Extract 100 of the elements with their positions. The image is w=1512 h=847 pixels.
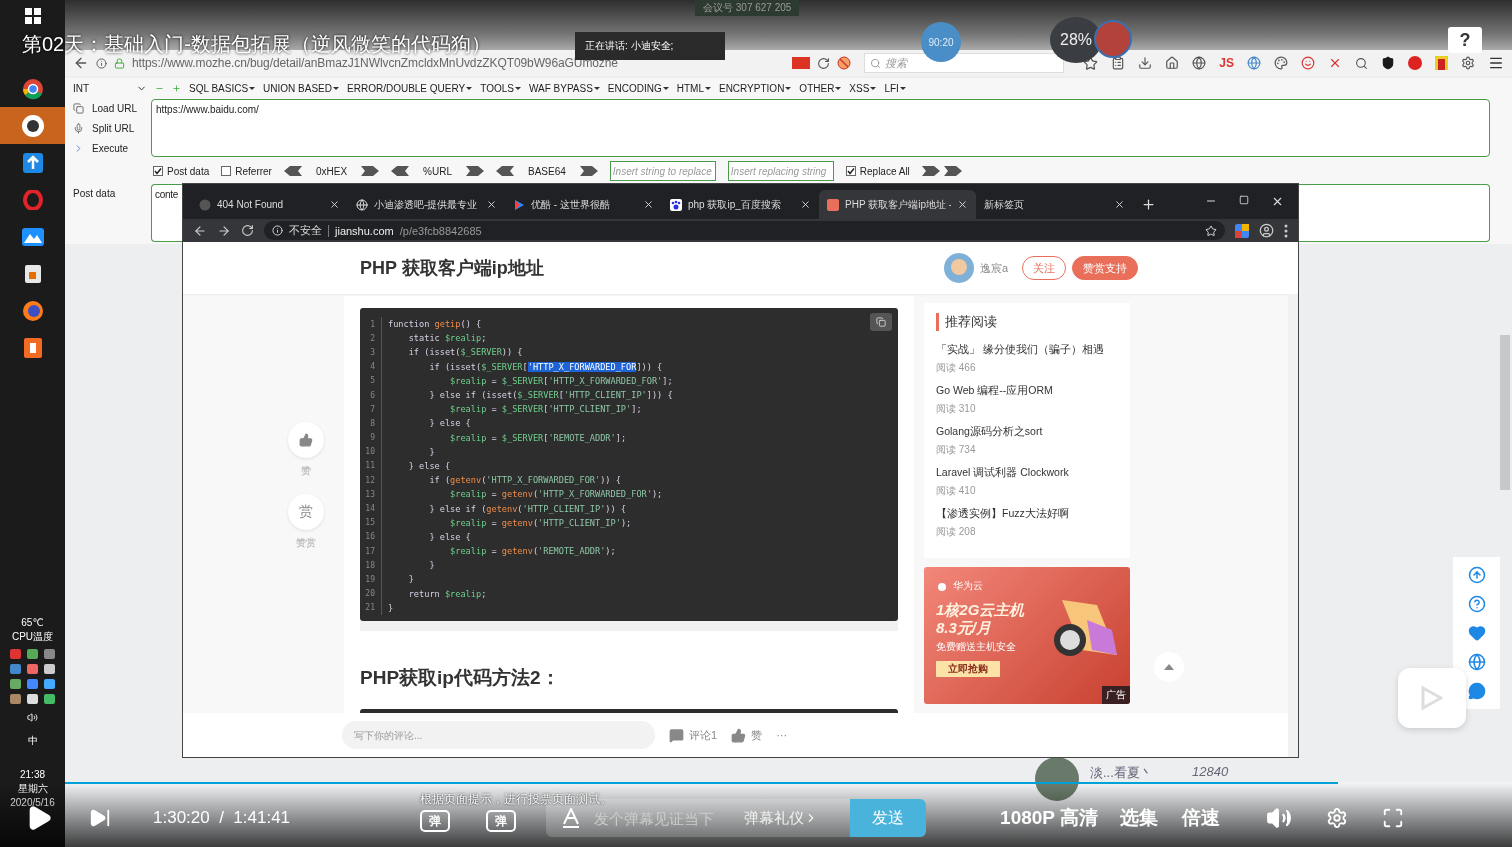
js-extension-button[interactable]: JS — [1219, 56, 1234, 70]
bracket-icon[interactable] — [1435, 56, 1448, 70]
info-icon[interactable] — [96, 57, 107, 69]
hackbar-action[interactable]: Execute — [73, 142, 145, 154]
palette-icon[interactable] — [1274, 56, 1288, 70]
settings-icon[interactable] — [1461, 56, 1475, 70]
tray-icon[interactable] — [43, 694, 55, 704]
flag-icon[interactable] — [792, 57, 811, 69]
speaker-icon[interactable] — [27, 712, 38, 723]
mountain-app-icon[interactable] — [21, 227, 44, 246]
scrollbar-thumb[interactable] — [1500, 335, 1510, 490]
encode-arrow-button[interactable] — [361, 166, 380, 176]
heart-icon[interactable] — [1467, 624, 1486, 642]
comment-field[interactable]: 写下你的评论... — [342, 721, 655, 749]
browser-tab[interactable]: PHP 获取客户端ip地址 - — [819, 190, 976, 219]
cup-app-icon[interactable] — [23, 263, 42, 284]
back-icon[interactable] — [73, 55, 89, 71]
browser-tab[interactable]: 小迪渗透吧-提供最专业 — [348, 190, 505, 219]
help-button[interactable]: ? — [1448, 27, 1482, 53]
close-icon[interactable] — [957, 199, 968, 210]
shield-icon[interactable] — [1381, 56, 1395, 70]
injection-type-select[interactable]: INT — [73, 82, 147, 94]
encode-arrow-button[interactable] — [943, 166, 962, 176]
reload-icon[interactable] — [817, 56, 831, 70]
download-icon[interactable] — [1138, 56, 1153, 70]
post-data-textarea[interactable]: conte — [151, 184, 182, 242]
browser-tab[interactable]: 优酷 - 这世界很酷 — [505, 190, 662, 219]
checkbox-option[interactable]: Referrer — [221, 165, 272, 177]
browser-tab[interactable]: php 获取ip_百度搜索 — [662, 190, 819, 219]
hackbar-action[interactable]: Load URL — [73, 103, 145, 115]
zoom-icon[interactable] — [1355, 56, 1368, 70]
encode-arrow-button[interactable] — [921, 166, 940, 176]
vertical-scrollbar[interactable] — [1288, 294, 1298, 757]
decode-arrow-button[interactable] — [391, 166, 410, 176]
tray-icon[interactable] — [43, 679, 55, 689]
close-icon[interactable] — [1271, 195, 1284, 208]
clipboard-icon[interactable] — [1111, 56, 1126, 70]
arrow-up-icon[interactable] — [1467, 566, 1486, 585]
close-icon[interactable] — [643, 199, 654, 210]
globe-icon[interactable] — [1247, 56, 1261, 70]
address-bar[interactable]: 不安全 jianshu.com /p/e3fcb8842685 — [264, 221, 1225, 240]
maximize-icon[interactable] — [1239, 195, 1249, 205]
tray-icon[interactable] — [26, 694, 38, 704]
checkbox-option[interactable]: Post data — [153, 165, 210, 177]
like-button[interactable]: 赞 — [731, 727, 763, 743]
close-icon[interactable] — [329, 199, 340, 210]
help-icon[interactable] — [1467, 595, 1486, 614]
decode-arrow-button[interactable] — [283, 166, 302, 176]
hackbar-menu[interactable]: ENCODING — [607, 82, 669, 94]
recommended-link[interactable]: Laravel 调试利器 Clockwork — [936, 466, 1118, 480]
horizontal-scrollbar[interactable] — [360, 620, 898, 631]
tray-icon[interactable] — [9, 694, 21, 704]
replace-field[interactable]: Insert replacing string — [727, 161, 834, 181]
avatar-app-icon[interactable] — [20, 113, 45, 138]
hackbar-menu[interactable]: ENCRYPTION — [718, 82, 792, 94]
chat-icon[interactable] — [1467, 681, 1486, 700]
reward-button[interactable]: 赏 — [287, 494, 324, 530]
extension-icon[interactable] — [1235, 223, 1249, 238]
ring-app-icon[interactable] — [21, 77, 44, 100]
danmaku-toggle[interactable]: 弹 — [486, 810, 517, 832]
taskbar-app[interactable] — [0, 107, 65, 144]
copy-button[interactable] — [870, 313, 892, 331]
more-button[interactable]: ··· — [776, 729, 788, 741]
hackbar-menu[interactable]: OTHER — [799, 82, 842, 94]
hackbar-menu[interactable]: ERROR/DOUBLE QUERY — [347, 82, 473, 94]
recommended-link[interactable]: Golang源码分析之sort — [936, 425, 1118, 439]
new-tab-icon[interactable] — [1141, 197, 1156, 212]
fox-globe-app-icon[interactable] — [21, 299, 44, 322]
replace-field[interactable]: Insert string to replace — [609, 161, 716, 181]
hackbar-menu[interactable]: TOOLS — [480, 82, 521, 94]
home-icon[interactable] — [1165, 56, 1180, 70]
no-entry-icon[interactable] — [837, 56, 852, 70]
fullscreen-icon[interactable] — [1381, 807, 1404, 829]
textarea-right-edge[interactable] — [1299, 184, 1490, 242]
danmaku-toggle[interactable]: 弹 — [420, 810, 451, 832]
checkbox-option[interactable]: Replace All — [845, 165, 910, 177]
like-button[interactable] — [287, 422, 324, 458]
face-icon[interactable] — [1301, 56, 1315, 70]
volume-icon[interactable] — [1265, 805, 1292, 831]
close-icon[interactable] — [1114, 199, 1125, 210]
menu-icon[interactable] — [1488, 55, 1504, 71]
hackbar-action[interactable]: Split URL — [73, 123, 145, 134]
browser-tab[interactable]: 新标签页 — [976, 190, 1133, 219]
input-method-text[interactable]: 中 — [27, 735, 38, 747]
back-icon[interactable] — [193, 223, 207, 238]
hackbar-menu[interactable]: XSS — [849, 82, 877, 94]
more-icon[interactable] — [1284, 223, 1288, 238]
stop-sign-icon[interactable] — [1408, 56, 1422, 70]
tray-icon[interactable] — [26, 664, 38, 674]
checkbox[interactable] — [153, 166, 163, 176]
hackbar-menu[interactable]: UNION BASED — [263, 82, 339, 94]
hackbar-menu[interactable]: SQL BASICS — [189, 82, 256, 94]
scroll-top-button[interactable] — [1154, 652, 1184, 682]
hackbar-menu[interactable]: HTML — [676, 82, 711, 94]
recommended-link[interactable]: 【渗透实例】Fuzz大法好啊 — [936, 507, 1118, 521]
close-icon[interactable] — [800, 199, 811, 210]
recommended-link[interactable]: Go Web 编程--应用ORM — [936, 384, 1118, 398]
font-style-icon[interactable] — [562, 808, 581, 828]
encode-arrow-button[interactable] — [466, 166, 484, 176]
ad-cta-button[interactable]: 立即抢购 — [936, 661, 1000, 677]
